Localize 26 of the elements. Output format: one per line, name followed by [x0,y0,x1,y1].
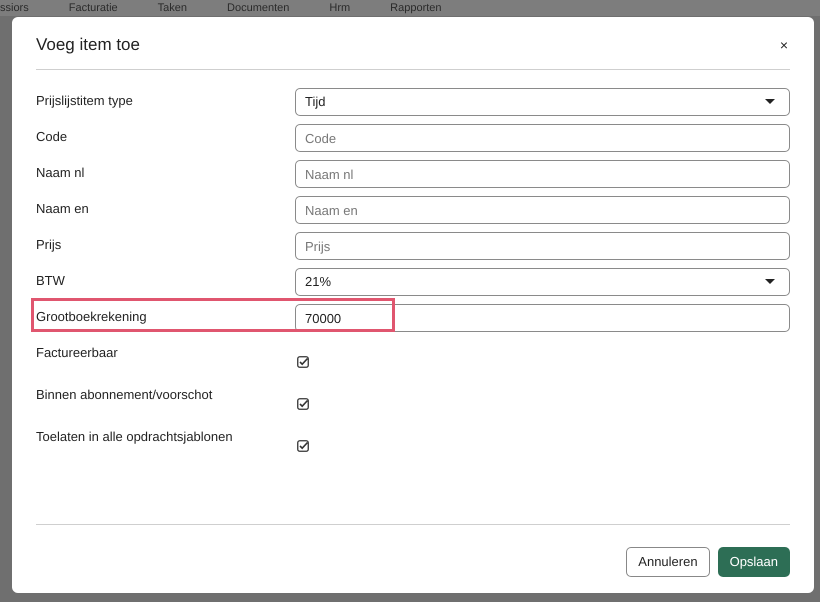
input-field[interactable]: Naam en [295,196,790,224]
caret-icon [765,279,775,285]
save-button[interactable]: Opslaan [718,547,790,577]
cancel-button[interactable]: Annuleren [626,547,710,577]
field-label: Naam nl [36,165,84,180]
field-label: Prijslijstitem type [36,93,133,108]
field-label: Prijs [36,237,62,252]
checkbox[interactable] [297,440,309,452]
input-field[interactable]: Code [295,124,790,152]
field-label: Code [36,129,68,144]
field-label: BTW [36,273,65,288]
select-field[interactable]: Tijd [295,88,790,116]
field-label: Naam en [36,201,89,216]
dialog-title: Voeg item toe [36,34,140,56]
caret-icon [765,99,775,105]
field-label: Binnen abonnement/voorschot [36,387,212,402]
input-field[interactable]: Prijs [295,232,790,260]
field-label: Toelaten in alle opdrachtsjablonen [36,429,233,444]
field-label: Grootboekrekening [36,309,147,324]
field-label: Factureerbaar [36,345,118,360]
checkbox[interactable] [297,356,309,368]
input-field[interactable]: 70000 [295,304,790,332]
input-field[interactable]: Naam nl [295,160,790,188]
select-field[interactable]: 21% [295,268,790,296]
checkbox[interactable] [297,398,309,410]
close-button[interactable]: × [774,35,794,55]
